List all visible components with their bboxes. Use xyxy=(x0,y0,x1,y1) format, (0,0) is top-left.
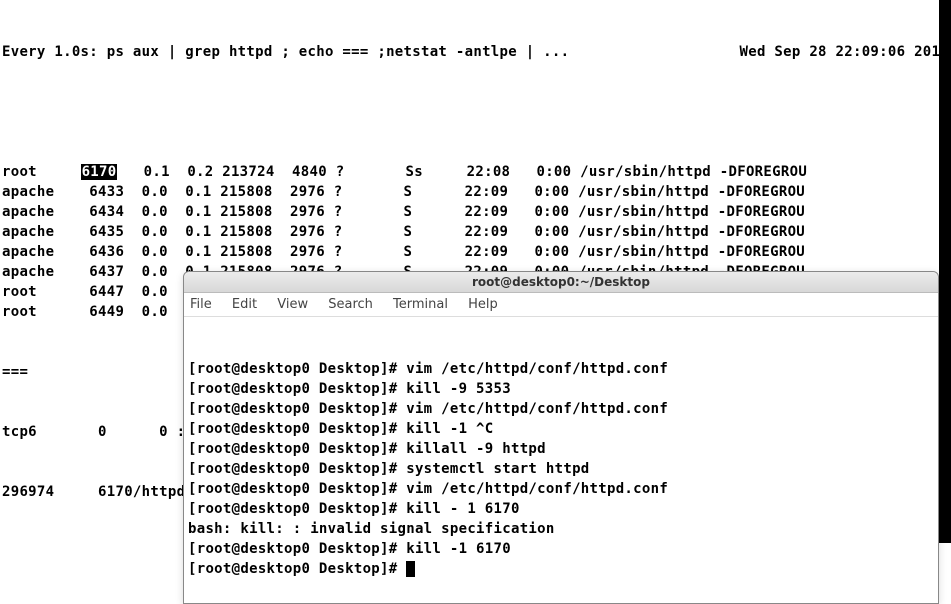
process-row: apache 6434 0.0 0.1 215808 2976 ? S 22:0… xyxy=(2,202,949,222)
terminal-line: [root@desktop0 Desktop]# killall -9 http… xyxy=(188,439,934,459)
menu-terminal[interactable]: Terminal xyxy=(393,297,448,312)
terminal-line: [root@desktop0 Desktop]# kill -9 5353 xyxy=(188,379,934,399)
process-row: root 6170 0.1 0.2 213724 4840 ? Ss 22:08… xyxy=(2,162,949,182)
prompt: [root@desktop0 Desktop]# xyxy=(188,561,406,577)
watch-command: Every 1.0s: ps aux | grep httpd ; echo =… xyxy=(2,42,569,62)
watch-header: Every 1.0s: ps aux | grep httpd ; echo =… xyxy=(2,42,949,62)
menubar: File Edit View Search Terminal Help xyxy=(184,293,938,317)
watch-timestamp: Wed Sep 28 22:09:06 2016 xyxy=(740,42,950,62)
menu-edit[interactable]: Edit xyxy=(232,297,257,312)
terminal-line: [root@desktop0 Desktop]# vim /etc/httpd/… xyxy=(188,399,934,419)
right-border xyxy=(939,0,951,543)
menu-file[interactable]: File xyxy=(190,297,212,312)
terminal-line: [root@desktop0 Desktop]# kill -1 6170 xyxy=(188,539,934,559)
terminal-line: [root@desktop0 Desktop]# vim /etc/httpd/… xyxy=(188,359,934,379)
process-row: apache 6435 0.0 0.1 215808 2976 ? S 22:0… xyxy=(2,222,949,242)
menu-view[interactable]: View xyxy=(277,297,308,312)
menu-help[interactable]: Help xyxy=(468,297,498,312)
terminal-line: bash: kill: : invalid signal specificati… xyxy=(188,519,934,539)
menu-search[interactable]: Search xyxy=(328,297,373,312)
process-row: apache 6433 0.0 0.1 215808 2976 ? S 22:0… xyxy=(2,182,949,202)
terminal-body[interactable]: [root@desktop0 Desktop]# vim /etc/httpd/… xyxy=(184,317,938,603)
terminal-line: [root@desktop0 Desktop]# systemctl start… xyxy=(188,459,934,479)
terminal-window[interactable]: root@desktop0:~/Desktop File Edit View S… xyxy=(183,271,939,604)
cursor-icon xyxy=(406,561,415,577)
terminal-line: [root@desktop0 Desktop]# kill - 1 6170 xyxy=(188,499,934,519)
process-row: apache 6436 0.0 0.1 215808 2976 ? S 22:0… xyxy=(2,242,949,262)
terminal-line: [root@desktop0 Desktop]# kill -1 ^C xyxy=(188,419,934,439)
terminal-line: [root@desktop0 Desktop]# vim /etc/httpd/… xyxy=(188,479,934,499)
window-titlebar[interactable]: root@desktop0:~/Desktop xyxy=(184,272,938,293)
